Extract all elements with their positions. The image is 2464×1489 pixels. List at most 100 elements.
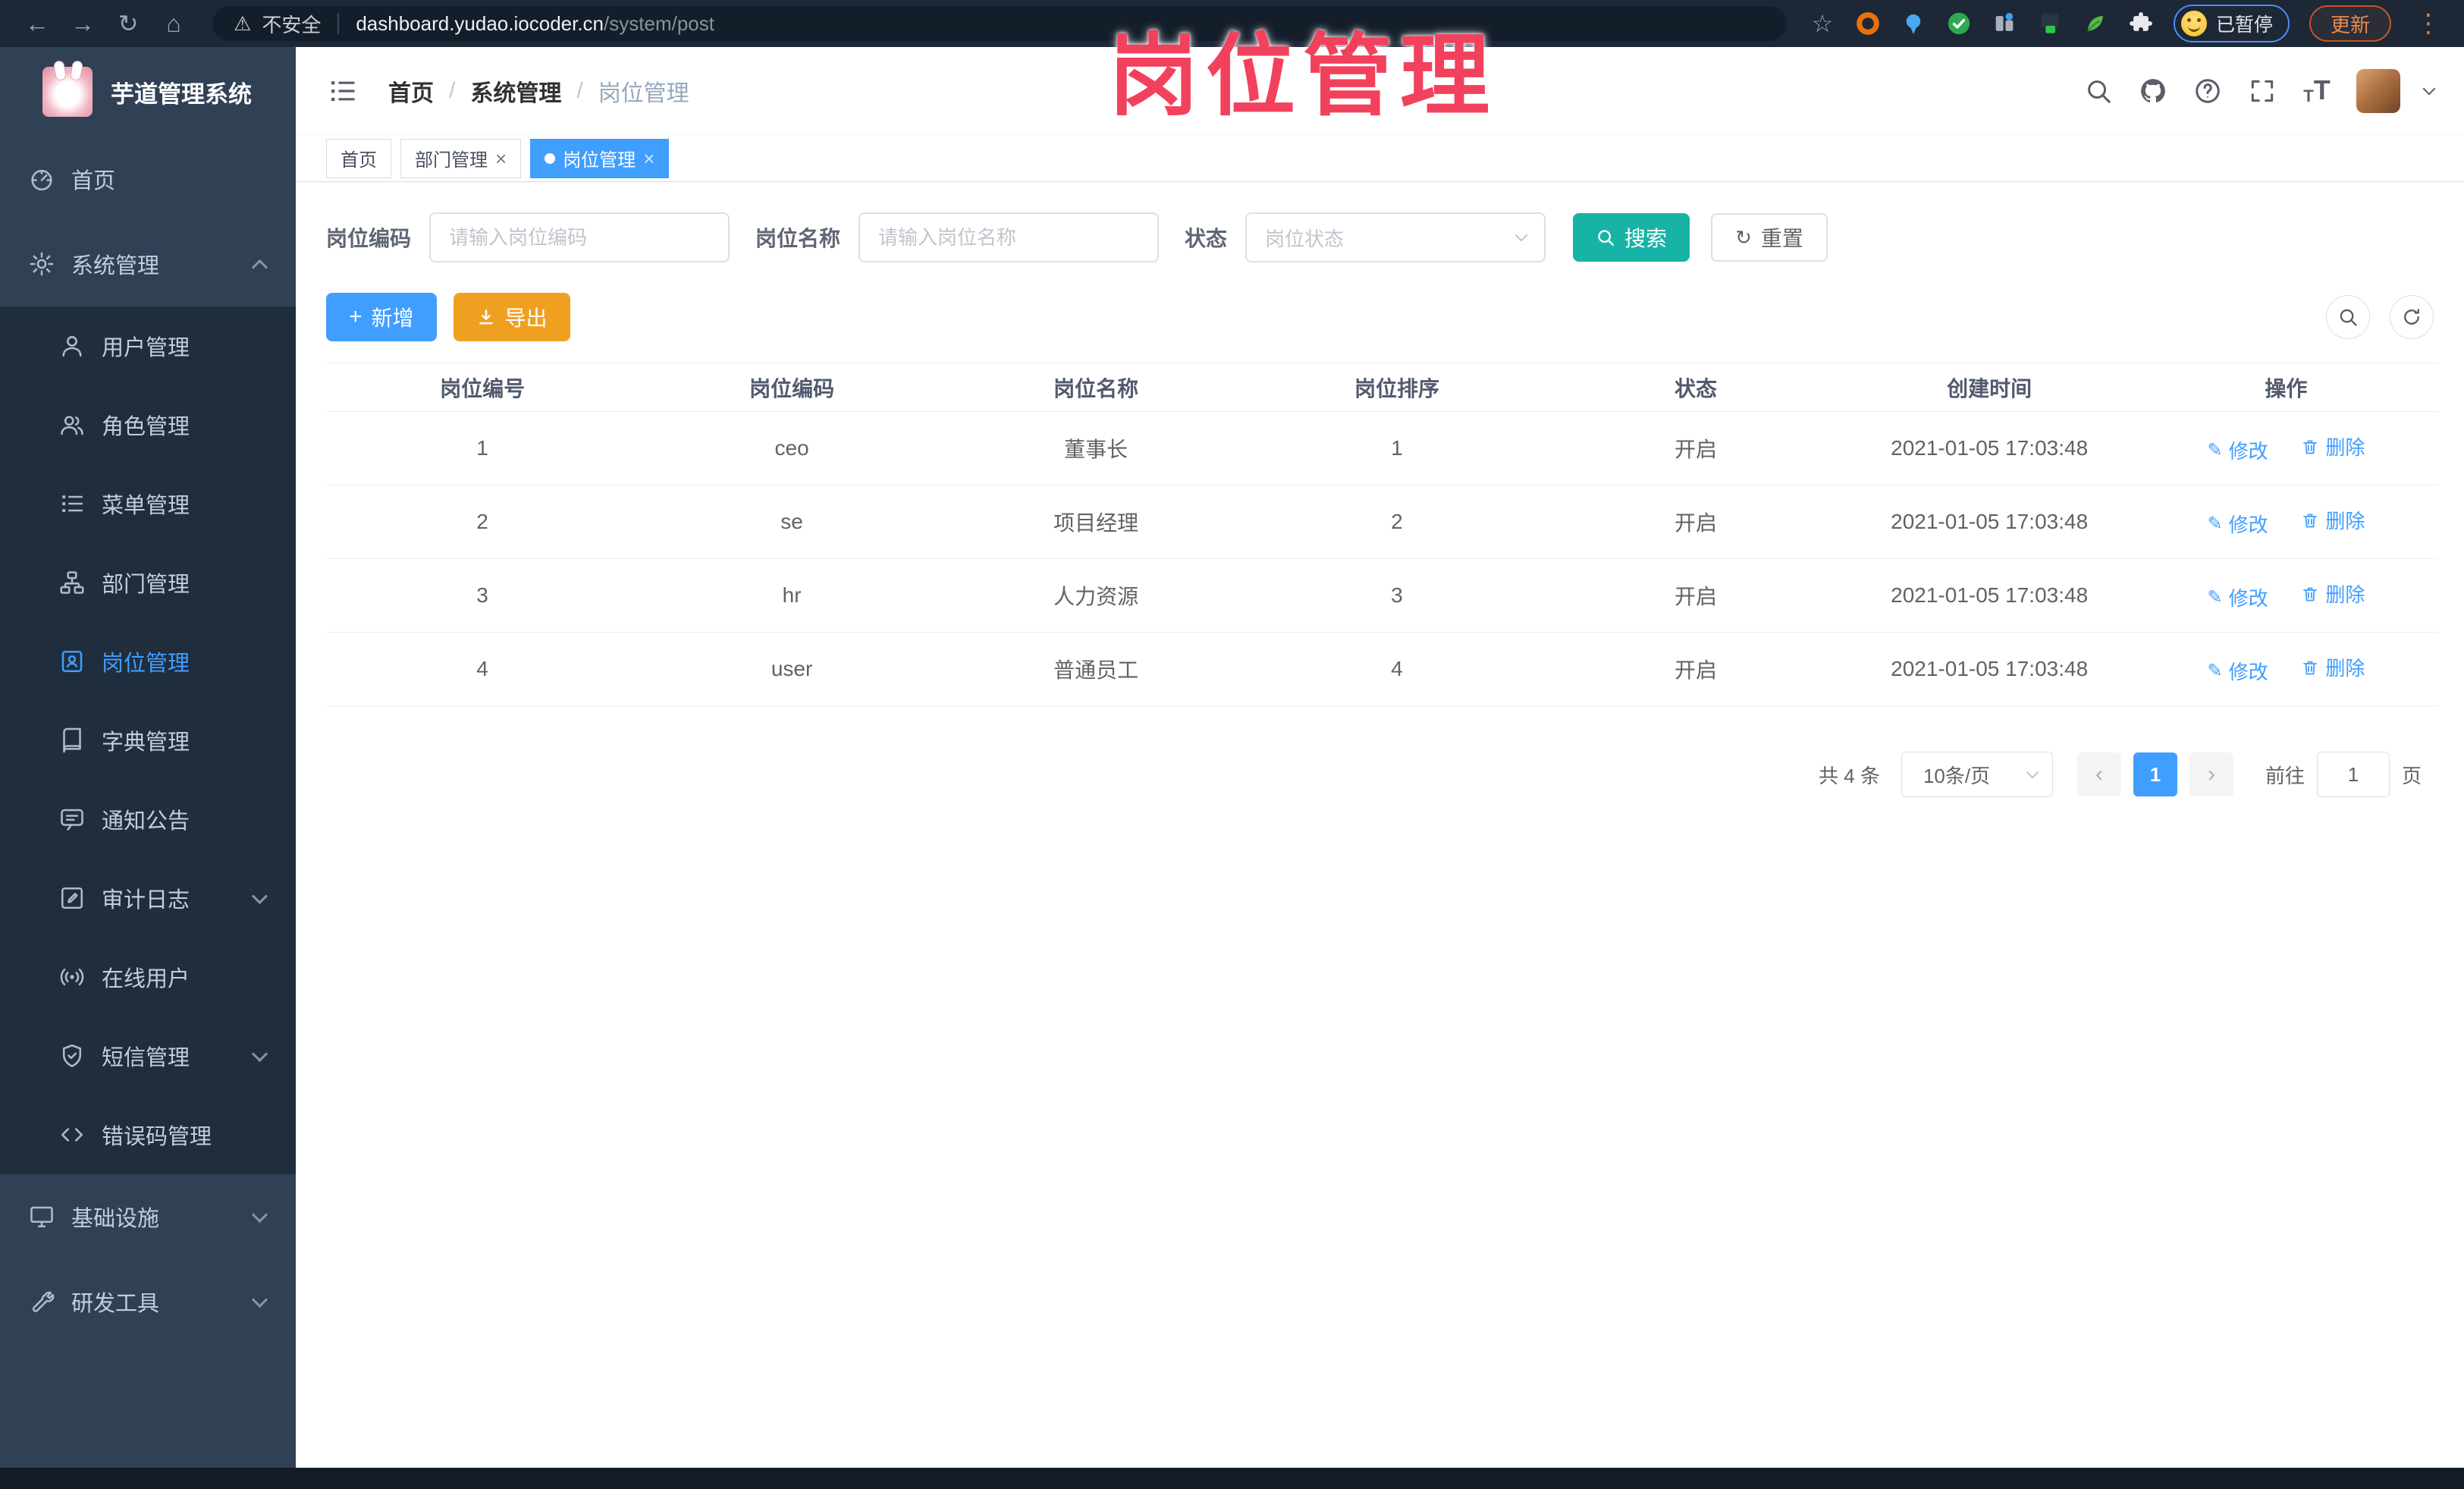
chevron-down-icon[interactable] <box>2422 82 2436 95</box>
browser-home-button[interactable]: ⌂ <box>155 5 193 42</box>
dashboard-icon <box>27 165 56 193</box>
edit-link[interactable]: ✎ 修改 <box>2207 583 2268 611</box>
browser-update-button[interactable]: 更新 <box>2309 5 2391 42</box>
column-header: 操作 <box>2265 376 2308 401</box>
table-row: 4 user 普通员工 4 开启 2021-01-05 17:03:48 ✎ 修改… <box>326 633 2438 706</box>
address-bar[interactable]: ⚠ 不安全 dashboard.yudao.iocoder.cn /system… <box>212 6 1787 41</box>
edit-link[interactable]: ✎ 修改 <box>2207 436 2268 464</box>
edit-link[interactable]: ✎ 修改 <box>2207 510 2268 538</box>
sidebar-fold-icon[interactable] <box>326 74 359 108</box>
extension-tab-manager-icon[interactable] <box>1992 11 2017 36</box>
sidebar-item-menu-management[interactable]: 菜单管理 <box>0 464 296 543</box>
sidebar-item-infrastructure[interactable]: 基础设施 <box>0 1174 296 1259</box>
close-icon[interactable]: × <box>495 149 507 168</box>
org-tree-icon <box>58 568 86 597</box>
pagination: 共 4 条 10条/页 ‹ 1 › 前往 页 <box>326 752 2438 797</box>
sidebar-item-system-management[interactable]: 系统管理 <box>0 221 296 306</box>
refresh-table-button[interactable] <box>2390 295 2434 339</box>
sidebar-item-dept-management[interactable]: 部门管理 <box>0 543 296 622</box>
filter-post-code: 岗位编码 <box>326 212 730 262</box>
add-button[interactable]: + 新增 <box>326 293 437 341</box>
sidebar-item-sms-management[interactable]: 短信管理 <box>0 1016 296 1095</box>
fullscreen-icon[interactable] <box>2247 76 2277 106</box>
cell-post-code: user <box>771 657 813 680</box>
search-button[interactable]: 搜索 <box>1573 213 1690 262</box>
tab-post-management[interactable]: 岗位管理 × <box>530 138 670 178</box>
app-navbar: 首页 / 系统管理 / 岗位管理 TT <box>296 47 2464 135</box>
tab-dept-management[interactable]: 部门管理 × <box>400 138 522 178</box>
github-icon[interactable] <box>2138 76 2168 106</box>
chevron-down-icon <box>251 887 268 904</box>
chevron-down-icon <box>251 1045 268 1062</box>
reset-button[interactable]: ↻ 重置 <box>1711 213 1828 262</box>
extension-dark-badge-icon[interactable] <box>2037 11 2063 36</box>
column-header: 状态 <box>1675 376 1718 401</box>
goto-page-input[interactable] <box>2316 752 2390 797</box>
monitor-icon <box>27 1202 56 1231</box>
export-button[interactable]: 导出 <box>453 293 570 341</box>
page-size-select[interactable]: 10条/页 <box>1901 752 2053 797</box>
table-toolbar: + 新增 导出 <box>326 293 2438 341</box>
not-secure-label[interactable]: 不安全 <box>262 10 321 38</box>
next-page-button[interactable]: › <box>2189 752 2233 796</box>
breadcrumb-home[interactable]: 首页 <box>388 74 434 108</box>
prev-page-button[interactable]: ‹ <box>2076 752 2121 796</box>
sidebar-item-role-management[interactable]: 角色管理 <box>0 385 296 464</box>
pencil-icon: ✎ <box>2207 586 2223 608</box>
sidebar-item-audit-log[interactable]: 审计日志 <box>0 859 296 938</box>
sidebar-item-notice-announcement[interactable]: 通知公告 <box>0 780 296 859</box>
browser-back-button[interactable]: ← <box>18 5 56 42</box>
close-icon[interactable]: × <box>643 149 654 168</box>
profile-sync-paused-chip[interactable]: 已暂停 <box>2173 5 2290 42</box>
extensions-puzzle-icon[interactable] <box>2128 11 2154 36</box>
sidebar-item-dev-tools[interactable]: 研发工具 <box>0 1259 296 1344</box>
current-page-button[interactable]: 1 <box>2133 752 2177 796</box>
post-name-input[interactable] <box>858 212 1160 262</box>
breadcrumb-system[interactable]: 系统管理 <box>470 74 561 108</box>
browser-forward-button[interactable]: → <box>64 5 102 42</box>
toggle-search-button[interactable] <box>2326 295 2370 339</box>
extension-leaf-icon[interactable] <box>2083 11 2108 36</box>
status-select[interactable]: 岗位状态 <box>1245 212 1546 262</box>
chevron-down-icon <box>1514 228 1528 242</box>
post-code-input[interactable] <box>429 212 730 262</box>
delete-link[interactable]: 删除 <box>2301 432 2365 460</box>
search-icon[interactable] <box>2083 76 2114 106</box>
sidebar-item-online-users[interactable]: 在线用户 <box>0 938 296 1016</box>
extension-blue-pin-icon[interactable] <box>1901 11 1926 36</box>
browser-reload-button[interactable]: ↻ <box>109 5 147 42</box>
sidebar-item-post-management[interactable]: 岗位管理 <box>0 622 296 701</box>
sidebar-item-label: 岗位管理 <box>102 652 190 676</box>
extension-green-check-icon[interactable] <box>1946 11 1972 36</box>
user-avatar[interactable] <box>2356 68 2400 113</box>
smiley-emoji-avatar <box>2180 11 2207 36</box>
browser-menu-kebab-icon[interactable]: ⋮ <box>2411 11 2446 36</box>
id-badge-icon <box>58 647 86 676</box>
sidebar-item-home[interactable]: 首页 <box>0 137 296 221</box>
tab-home[interactable]: 首页 <box>326 138 391 178</box>
post-name-label: 岗位名称 <box>755 227 841 250</box>
delete-link[interactable]: 删除 <box>2301 653 2365 681</box>
pagination-total: 共 4 条 <box>1819 764 1880 787</box>
font-size-icon[interactable]: TT <box>2302 74 2332 106</box>
cell-status: 开启 <box>1675 585 1718 608</box>
delete-link[interactable]: 删除 <box>2301 580 2365 608</box>
sidebar-item-dict-management[interactable]: 字典管理 <box>0 701 296 780</box>
sidebar-item-error-code-management[interactable]: 错误码管理 <box>0 1095 296 1174</box>
sidebar-item-label: 短信管理 <box>102 1046 190 1070</box>
breadcrumb-separator: / <box>576 77 583 103</box>
sidebar-item-user-management[interactable]: 用户管理 <box>0 306 296 385</box>
extension-orange-ring-icon[interactable] <box>1855 11 1881 36</box>
app-title: 芋道管理系统 <box>111 80 252 108</box>
announcement-bubble-icon <box>58 805 86 834</box>
delete-link[interactable]: 删除 <box>2301 506 2365 534</box>
help-icon[interactable] <box>2192 76 2223 106</box>
cell-status: 开启 <box>1675 438 1718 461</box>
column-header: 岗位排序 <box>1354 376 1439 401</box>
breadcrumb-separator: / <box>449 77 456 103</box>
bookmark-star-icon[interactable]: ☆ <box>1810 10 1835 37</box>
pencil-icon: ✎ <box>2207 439 2223 460</box>
app-logo-row[interactable]: 芋道管理系统 <box>0 47 296 137</box>
edit-link[interactable]: ✎ 修改 <box>2207 657 2268 685</box>
plus-icon: + <box>349 304 363 329</box>
